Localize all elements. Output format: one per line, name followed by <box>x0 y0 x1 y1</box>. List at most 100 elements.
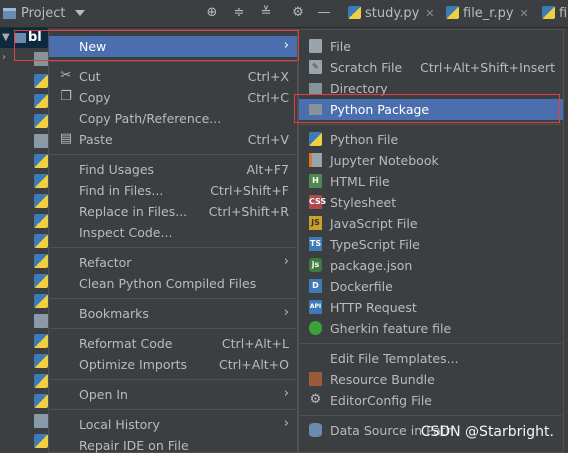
submenu-item-shortcut: Ctrl+Alt+Shift+Insert <box>420 60 555 75</box>
project-window-icon <box>3 8 16 19</box>
database-icon <box>309 423 322 437</box>
menu-item-optimize-imports[interactable]: Optimize Imports Ctrl+Alt+O <box>49 354 297 375</box>
watermark: CSDN @Starbright. <box>420 424 554 440</box>
editor-tabs: study.py ✕ file_r.py ✕ fil <box>340 0 568 28</box>
docker-icon: D <box>309 279 322 293</box>
menu-item-label: Refactor <box>79 255 132 270</box>
tab-file-r-py[interactable]: file_r.py ✕ <box>446 0 529 28</box>
submenu-item-typescript[interactable]: TS TypeScript File <box>299 234 563 255</box>
menu-item-repair-ide[interactable]: Repair IDE on File <box>49 435 297 453</box>
python-file-icon <box>348 6 361 19</box>
python-file-icon[interactable] <box>34 94 48 108</box>
menu-item-label: Find Usages <box>79 162 155 177</box>
python-file-icon[interactable] <box>34 194 48 208</box>
python-file-icon[interactable] <box>34 74 48 88</box>
chevron-right-icon: › <box>283 254 289 269</box>
menu-item-inspect-code[interactable]: Inspect Code... <box>49 222 297 243</box>
python-file-icon <box>542 6 555 19</box>
menu-separator <box>50 379 296 380</box>
submenu-item-stylesheet[interactable]: CSS Stylesheet <box>299 192 563 213</box>
nodejs-icon: js <box>309 258 322 272</box>
submenu-item-html[interactable]: H HTML File <box>299 171 563 192</box>
python-file-icon[interactable] <box>34 254 48 268</box>
paste-icon: ▤ <box>59 131 73 146</box>
menu-item-paste[interactable]: ▤ Paste Ctrl+V <box>49 129 297 150</box>
tab-label: file_r.py <box>463 6 514 21</box>
collapse-all-icon[interactable]: ≚ <box>258 5 274 21</box>
submenu-item-label: HTTP Request <box>330 300 417 315</box>
menu-item-cut[interactable]: ✂ Cut Ctrl+X <box>49 66 297 87</box>
gear-icon[interactable]: ⚙ <box>290 5 306 21</box>
menu-item-copy-path[interactable]: Copy Path/Reference... <box>49 108 297 129</box>
menu-separator <box>50 61 296 62</box>
menu-item-local-history[interactable]: Local History › <box>49 414 297 435</box>
menu-separator <box>50 247 296 248</box>
chevron-right-icon[interactable]: › <box>2 52 6 63</box>
submenu-item-package-json[interactable]: js package.json <box>299 255 563 276</box>
hide-panel-icon[interactable]: — <box>316 5 332 21</box>
submenu-item-gherkin[interactable]: Gherkin feature file <box>299 318 563 339</box>
submenu-item-jupyter[interactable]: Jupyter Notebook <box>299 150 563 171</box>
chevron-down-icon[interactable]: ▼ <box>2 32 10 43</box>
menu-item-label: Copy Path/Reference... <box>79 111 222 126</box>
submenu-item-resource-bundle[interactable]: Resource Bundle <box>299 369 563 390</box>
menu-item-reformat-code[interactable]: Reformat Code Ctrl+Alt+L <box>49 333 297 354</box>
context-menu: New › ✂ Cut Ctrl+X ❐ Copy Ctrl+C Copy Pa… <box>48 29 298 453</box>
submenu-item-http-request[interactable]: API HTTP Request <box>299 297 563 318</box>
submenu-item-label: File <box>330 39 351 54</box>
menu-item-bookmarks[interactable]: Bookmarks › <box>49 303 297 324</box>
submenu-item-label: JavaScript File <box>330 216 418 231</box>
menu-item-refactor[interactable]: Refactor › <box>49 252 297 273</box>
tab-label: fil <box>559 6 568 21</box>
python-file-icon[interactable] <box>34 354 48 368</box>
python-file-icon[interactable] <box>34 394 48 408</box>
python-file-icon[interactable] <box>34 374 48 388</box>
menu-item-label: Clean Python Compiled Files <box>79 276 257 291</box>
tab-partial[interactable]: fil <box>542 0 568 28</box>
menu-item-open-in[interactable]: Open In › <box>49 384 297 405</box>
submenu-item-scratch-file[interactable]: ✎ Scratch File Ctrl+Alt+Shift+Insert <box>299 57 563 78</box>
menu-item-shortcut: Ctrl+Alt+L <box>221 336 289 351</box>
python-file-icon[interactable] <box>34 114 48 128</box>
text-file-icon[interactable] <box>34 314 48 328</box>
menu-separator <box>300 124 562 125</box>
python-file-icon[interactable] <box>34 214 48 228</box>
text-file-icon[interactable] <box>34 134 48 148</box>
python-file-icon[interactable] <box>34 234 48 248</box>
submenu-item-editorconfig[interactable]: ⚙ EditorConfig File <box>299 390 563 411</box>
text-file-icon[interactable] <box>34 414 48 428</box>
menu-item-replace-in-files[interactable]: Replace in Files... Ctrl+Shift+R <box>49 201 297 222</box>
locate-target-icon[interactable]: ⊕ <box>204 5 220 21</box>
submenu-item-dockerfile[interactable]: D Dockerfile <box>299 276 563 297</box>
expand-all-icon[interactable]: ≑ <box>231 5 247 21</box>
chevron-down-icon[interactable] <box>75 10 85 16</box>
python-file-icon[interactable] <box>34 154 48 168</box>
submenu-item-javascript[interactable]: JS JavaScript File <box>299 213 563 234</box>
python-file-icon <box>446 6 459 19</box>
submenu-item-edit-templates[interactable]: Edit File Templates... <box>299 348 563 369</box>
project-view-title[interactable]: Project <box>21 6 65 21</box>
menu-item-clean-compiled[interactable]: Clean Python Compiled Files <box>49 273 297 294</box>
menu-item-shortcut: Ctrl+V <box>247 132 289 147</box>
submenu-item-label: TypeScript File <box>330 237 420 252</box>
menu-item-find-in-files[interactable]: Find in Files... Ctrl+Shift+F <box>49 180 297 201</box>
submenu-item-label: Edit File Templates... <box>330 351 459 366</box>
python-file-icon[interactable] <box>34 334 48 348</box>
python-file-icon[interactable] <box>34 294 48 308</box>
python-file-icon[interactable] <box>34 274 48 288</box>
menu-item-find-usages[interactable]: Find Usages Alt+F7 <box>49 159 297 180</box>
submenu-item-python-file[interactable]: Python File <box>299 129 563 150</box>
tab-study-py[interactable]: study.py ✕ <box>348 0 435 28</box>
python-file-icon[interactable] <box>34 174 48 188</box>
close-icon[interactable]: ✕ <box>425 7 434 20</box>
menu-item-copy[interactable]: ❐ Copy Ctrl+C <box>49 87 297 108</box>
close-icon[interactable]: ✕ <box>520 7 529 20</box>
menu-item-shortcut: Ctrl+Alt+O <box>219 357 289 372</box>
menu-item-label: Open In <box>79 387 128 402</box>
menu-item-label: Paste <box>79 132 113 147</box>
submenu-item-file[interactable]: File <box>299 36 563 57</box>
python-icon <box>309 132 322 146</box>
menu-item-shortcut: Ctrl+Shift+F <box>210 183 289 198</box>
python-file-icon[interactable] <box>34 434 48 448</box>
menu-item-label: Reformat Code <box>79 336 173 351</box>
